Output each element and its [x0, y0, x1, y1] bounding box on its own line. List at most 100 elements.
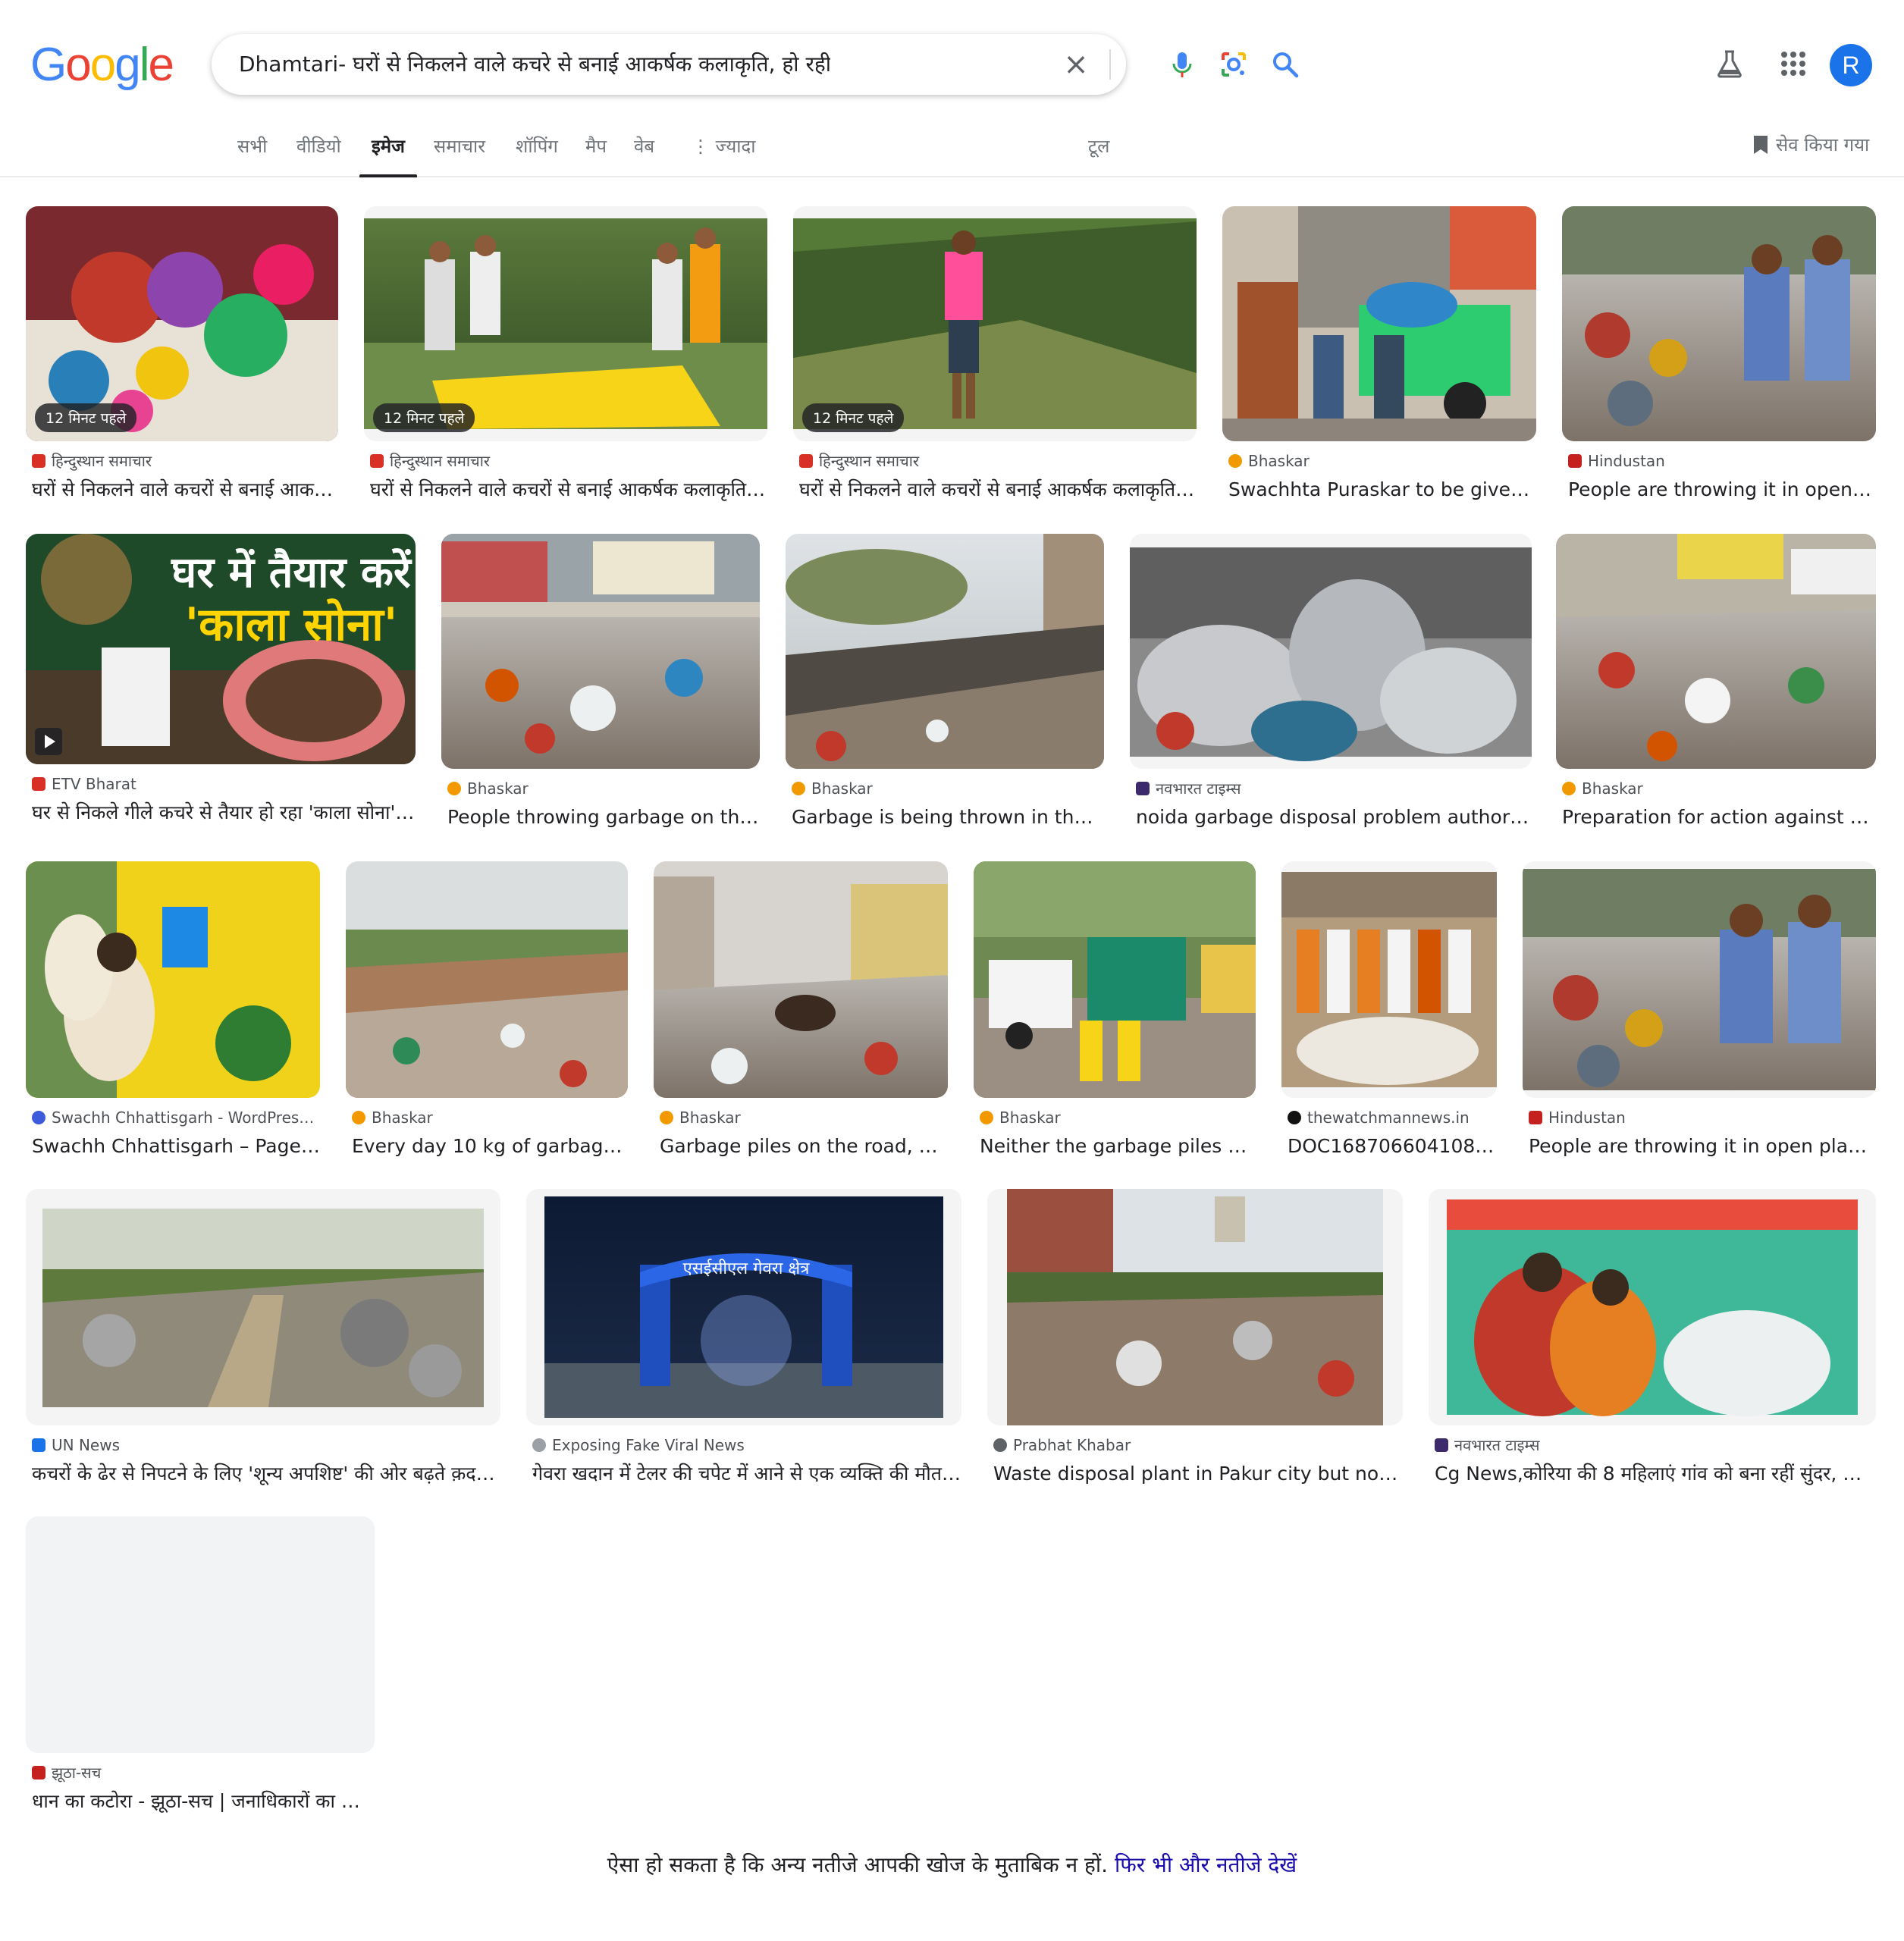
result-source: Exposing Fake Viral News: [532, 1435, 961, 1456]
result-title[interactable]: Garbage is being thrown in the op…: [792, 804, 1104, 831]
result-thumbnail[interactable]: घर में तैयार करें 'काला सोना': [26, 534, 416, 764]
result-thumbnail[interactable]: [974, 861, 1256, 1098]
tab-more[interactable]: ⋮ ज्यादा: [692, 133, 755, 177]
search-input[interactable]: Dhamtari- घरों से निकलने वाले कचरे से बन…: [239, 49, 830, 80]
result-title[interactable]: Garbage piles on the road, drai…: [660, 1133, 948, 1160]
result-source: Hindustan: [1529, 1107, 1876, 1128]
tab-maps[interactable]: मैप: [585, 133, 607, 177]
site-favicon: [352, 1111, 365, 1124]
search-icon[interactable]: [1270, 49, 1300, 80]
result-source: झूठा-सच: [32, 1762, 375, 1783]
result-thumbnail[interactable]: [1556, 534, 1876, 769]
result-title[interactable]: People throwing garbage on the s…: [447, 804, 760, 831]
site-favicon: [1228, 454, 1242, 468]
result-title[interactable]: People are throwing it in open places i…: [1529, 1133, 1876, 1160]
result-title[interactable]: Swachhta Puraskar to be given t…: [1228, 476, 1536, 503]
result-source: नवभारत टाइम्स: [1136, 778, 1532, 799]
tab-web[interactable]: वेब: [634, 133, 654, 177]
result-title[interactable]: घर से निकले गीले कचरे से तैयार हो रहा 'क…: [32, 799, 416, 826]
site-favicon: [32, 777, 45, 791]
result-source: हिन्दुस्थान समाचार: [370, 450, 767, 472]
result-source: UN News: [32, 1435, 500, 1456]
microphone-icon[interactable]: [1167, 49, 1197, 80]
source-name: Bhaskar: [999, 1108, 1061, 1127]
source-name: Bhaskar: [467, 779, 529, 798]
tab-videos[interactable]: वीडियो: [296, 133, 341, 177]
tab-images[interactable]: इमेज: [359, 133, 417, 177]
site-favicon: [32, 1111, 45, 1124]
result-thumbnail[interactable]: [346, 861, 628, 1098]
result-thumbnail[interactable]: 12 मिनट पहले: [26, 206, 338, 441]
source-name: Bhaskar: [811, 779, 873, 798]
thumb-caption: 'काला सोना': [185, 598, 397, 651]
result-title[interactable]: Neither the garbage piles are …: [980, 1133, 1256, 1160]
thumb-caption: घर में तैयार करें: [171, 547, 412, 597]
avatar[interactable]: R: [1830, 44, 1872, 86]
logo-letter: G: [30, 39, 67, 91]
result-source: नवभारत टाइम्स: [1435, 1435, 1876, 1456]
result-thumbnail[interactable]: [1429, 1189, 1876, 1425]
google-logo[interactable]: Google: [30, 38, 174, 92]
flask-icon[interactable]: [1713, 47, 1746, 80]
result-thumbnail[interactable]: 12 मिनट पहले: [793, 206, 1197, 441]
time-badge: 12 मिनट पहले: [802, 403, 905, 432]
site-favicon: [32, 454, 45, 468]
result-thumbnail[interactable]: [786, 534, 1104, 769]
lens-icon[interactable]: [1219, 49, 1249, 80]
result-title[interactable]: Preparation for action against tho…: [1562, 804, 1876, 831]
result-thumbnail[interactable]: [1562, 206, 1876, 441]
result-thumbnail[interactable]: [1523, 861, 1876, 1098]
result-thumbnail[interactable]: [1130, 534, 1532, 769]
result-thumbnail[interactable]: एसईसीएल गेवरा क्षेत्र: [526, 1189, 961, 1425]
tab-all[interactable]: सभी: [237, 133, 267, 177]
site-favicon: [447, 782, 461, 795]
result-title[interactable]: Waste disposal plant in Pakur city but n…: [993, 1460, 1403, 1488]
result-title[interactable]: घरों से निकलने वाले कचरों से बनाई आकर्षक…: [799, 476, 1197, 503]
tab-more-label: ज्यादा: [715, 136, 756, 157]
tab-shopping[interactable]: शॉपिंग: [516, 133, 558, 177]
result-title[interactable]: घरों से निकलने वाले कचरों से बनाई आकर्षक…: [370, 476, 767, 503]
source-name: Prabhat Khabar: [1013, 1436, 1131, 1454]
result-title[interactable]: People are throwing it in open pl…: [1568, 476, 1876, 503]
source-name: Hindustan: [1588, 452, 1665, 470]
search-box[interactable]: Dhamtari- घरों से निकलने वाले कचरे से बन…: [212, 34, 1299, 95]
result-title[interactable]: Every day 10 kg of garbage is…: [352, 1133, 628, 1160]
site-favicon: [1136, 782, 1150, 795]
result-title[interactable]: noida garbage disposal problem authority…: [1136, 804, 1532, 831]
apps-grid-icon[interactable]: [1777, 47, 1810, 80]
result-thumbnail[interactable]: [1281, 861, 1497, 1098]
result-title[interactable]: Swachh Chhattisgarh – Page 2…: [32, 1133, 320, 1160]
result-source: Bhaskar: [447, 778, 760, 799]
result-title[interactable]: गेवरा खदान में टेलर की चपेट में आने से ए…: [532, 1460, 961, 1488]
source-name: नवभारत टाइम्स: [1454, 1436, 1540, 1454]
bookmark-icon: [1754, 136, 1768, 154]
source-name: Bhaskar: [1248, 452, 1310, 470]
close-icon[interactable]: ×: [1061, 49, 1091, 80]
time-badge: 12 मिनट पहले: [35, 403, 137, 432]
tools-button[interactable]: टूल: [1088, 133, 1109, 177]
result-thumbnail[interactable]: [654, 861, 948, 1098]
result-thumbnail[interactable]: [26, 1189, 500, 1425]
result-source: Bhaskar: [980, 1107, 1256, 1128]
result-thumbnail[interactable]: [26, 861, 320, 1098]
result-title[interactable]: धान का कटोरा - झूठा-सच | जनाधिकारों का न…: [32, 1788, 375, 1815]
more-vertical-icon: ⋮: [692, 136, 710, 157]
site-favicon: [993, 1438, 1007, 1452]
result-thumbnail[interactable]: [441, 534, 760, 769]
source-name: UN News: [52, 1436, 120, 1454]
source-name: ETV Bharat: [52, 775, 136, 793]
more-results-link[interactable]: फिर भी और नतीजे देखें: [1115, 1852, 1297, 1877]
header: Google Dhamtari- घरों से निकलने वाले कचर…: [0, 0, 1904, 129]
result-source: ETV Bharat: [32, 773, 416, 795]
result-thumbnail[interactable]: [987, 1189, 1403, 1425]
tab-news[interactable]: समाचार: [434, 133, 485, 177]
result-thumbnail[interactable]: [26, 1516, 375, 1753]
result-title[interactable]: DOC1687066041085…: [1288, 1133, 1497, 1160]
saved-label: सेव किया गया: [1776, 134, 1870, 155]
result-title[interactable]: घरों से निकलने वाले कचरों से बनाई आक…: [32, 476, 338, 503]
result-title[interactable]: Cg News,कोरिया की 8 महिलाएं गांव को बना …: [1435, 1460, 1876, 1488]
result-title[interactable]: कचरों के ढेर से निपटने के लिए 'शून्य अपश…: [32, 1460, 500, 1488]
saved-button[interactable]: सेव किया गया: [1752, 132, 1869, 157]
result-thumbnail[interactable]: 12 मिनट पहले: [364, 206, 767, 441]
result-thumbnail[interactable]: [1222, 206, 1536, 441]
